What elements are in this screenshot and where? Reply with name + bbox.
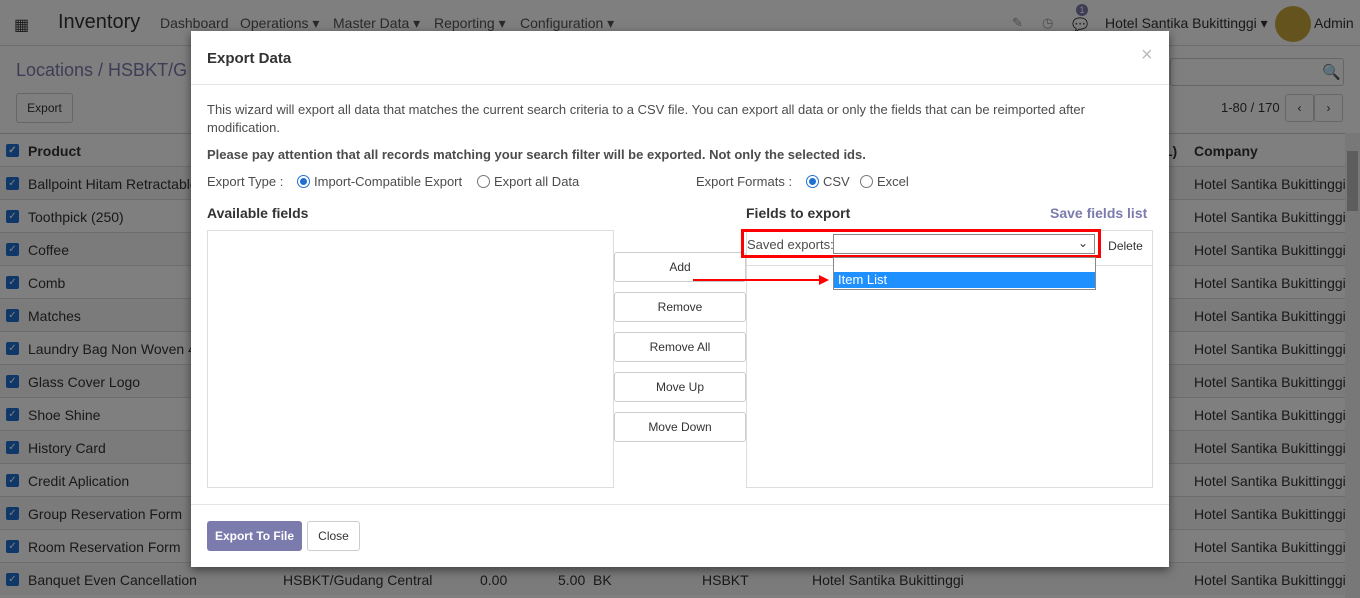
radio-label: Excel (877, 174, 909, 189)
save-fields-list-link[interactable]: Save fields list (1050, 205, 1147, 221)
close-icon[interactable]: × (1141, 44, 1153, 67)
fields-to-export-heading: Fields to export (746, 205, 851, 221)
intro-text: This wizard will export all data that ma… (207, 102, 1085, 135)
remove-all-button[interactable]: Remove All (614, 332, 746, 362)
warning-text: Please pay attention that all records ma… (207, 147, 866, 162)
remove-button[interactable]: Remove (614, 292, 746, 322)
move-down-button[interactable]: Move Down (614, 412, 746, 442)
export-dialog: Export Data × This wizard will export al… (191, 31, 1169, 567)
saved-exports-label: Saved exports: (747, 237, 834, 252)
close-button[interactable]: Close (307, 521, 360, 551)
saved-exports-dropdown: Item List (833, 257, 1096, 290)
arrow-head-icon (819, 275, 829, 285)
radio-import-compatible[interactable]: Import-Compatible Export (297, 174, 462, 189)
radio-excel[interactable]: Excel (860, 174, 909, 189)
radio-icon[interactable] (297, 175, 310, 188)
radio-label: CSV (823, 174, 850, 189)
dialog-title: Export Data (207, 50, 292, 67)
chevron-down-icon: ⌄ (1077, 236, 1088, 250)
dropdown-option-item-list[interactable]: Item List (834, 272, 1095, 288)
radio-icon[interactable] (806, 175, 819, 188)
move-up-button[interactable]: Move Up (614, 372, 746, 402)
available-fields-heading: Available fields (207, 205, 309, 221)
radio-export-all[interactable]: Export all Data (477, 174, 579, 189)
annotation-arrow (693, 279, 821, 281)
export-to-file-button[interactable]: Export To File (207, 521, 302, 551)
export-formats-label: Export Formats : (696, 174, 793, 189)
dropdown-option-empty[interactable] (834, 258, 1095, 272)
radio-csv[interactable]: CSV (806, 174, 850, 189)
export-type-label: Export Type : (207, 174, 284, 189)
radio-label: Export all Data (494, 174, 580, 189)
saved-exports-select[interactable]: ⌄ (833, 234, 1095, 254)
available-fields-list[interactable] (207, 230, 614, 488)
radio-icon[interactable] (860, 175, 873, 188)
radio-label: Import-Compatible Export (314, 174, 463, 189)
fields-to-export-list[interactable] (746, 265, 1153, 488)
delete-button[interactable]: Delete (1099, 232, 1152, 259)
radio-icon[interactable] (477, 175, 490, 188)
add-button[interactable]: Add (614, 252, 746, 282)
